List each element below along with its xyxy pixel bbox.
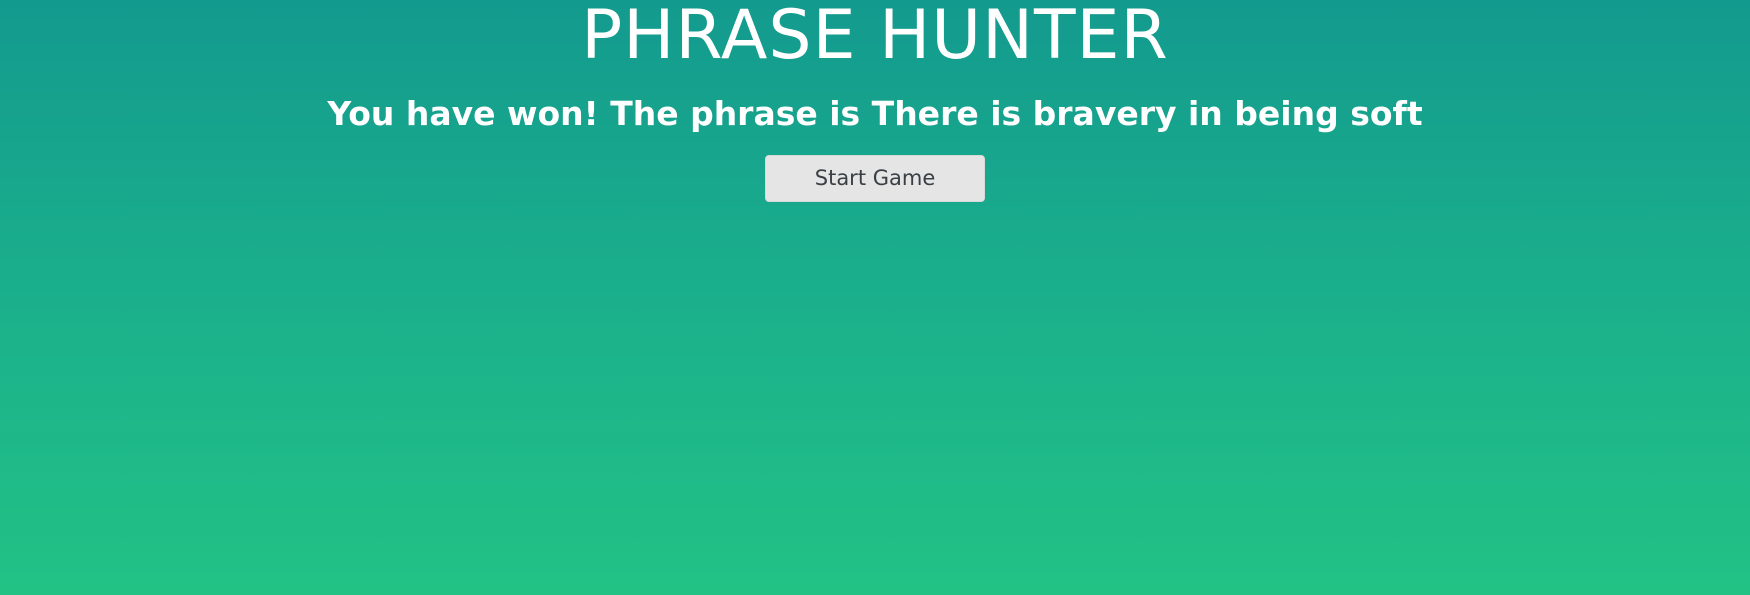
game-title: PHRASE HUNTER <box>581 0 1169 75</box>
start-game-button[interactable]: Start Game <box>765 155 985 202</box>
game-over-message: You have won! The phrase is There is bra… <box>327 94 1423 133</box>
game-overlay: PHRASE HUNTER You have won! The phrase i… <box>0 0 1750 595</box>
